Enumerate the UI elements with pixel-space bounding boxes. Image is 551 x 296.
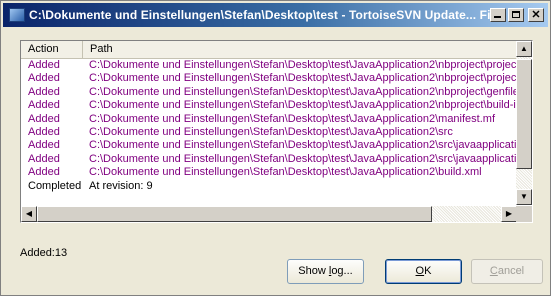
- horizontal-scroll-thumb[interactable]: [37, 206, 432, 222]
- row-path: C:\Dokumente und Einstellungen\Stefan\De…: [89, 72, 517, 85]
- close-button[interactable]: ✕: [528, 8, 544, 22]
- list-item[interactable]: Completed At revision: 9: [21, 180, 517, 193]
- row-action: Added: [28, 125, 60, 138]
- row-path: C:\Dokumente und Einstellungen\Stefan\De…: [89, 125, 453, 138]
- vertical-scroll-thumb[interactable]: [516, 59, 532, 169]
- column-header-path[interactable]: Path: [83, 41, 517, 58]
- minimize-icon: [494, 16, 501, 18]
- show-log-label-pre: Show: [298, 265, 329, 277]
- list-item[interactable]: Added C:\Dokumente und Einstellungen\Stef…: [21, 72, 517, 85]
- row-path: At revision: 9: [89, 179, 153, 192]
- window-title: C:\Dokumente und Einstellungen\Stefan\De…: [29, 8, 490, 22]
- cancel-button[interactable]: Cancel: [471, 259, 543, 284]
- summary-label: Added:13: [20, 247, 68, 259]
- list-item[interactable]: Added C:\Dokumente und Einstellungen\Stef…: [21, 166, 517, 179]
- maximize-button[interactable]: [508, 8, 524, 22]
- row-action: Added: [28, 152, 60, 165]
- tortoisesvn-icon: [9, 8, 25, 22]
- row-action: Added: [28, 59, 60, 71]
- scroll-up-button[interactable]: ▲: [516, 41, 532, 57]
- ok-label-key: O: [415, 265, 425, 277]
- row-path: C:\Dokumente und Einstellungen\Stefan\De…: [89, 166, 482, 179]
- update-dialog: C:\Dokumente und Einstellungen\Stefan\De…: [0, 0, 551, 296]
- cancel-label-key: C: [489, 265, 498, 277]
- arrow-right-icon: ▶: [505, 209, 513, 218]
- row-action: Added: [28, 166, 60, 179]
- arrow-up-icon: ▲: [520, 44, 528, 53]
- list-item[interactable]: Added C:\Dokumente und Einstellungen\Stef…: [21, 153, 517, 166]
- row-path: C:\Dokumente und Einstellungen\Stefan\De…: [89, 139, 517, 152]
- ok-label-post: K: [424, 265, 432, 277]
- scroll-right-button[interactable]: ▶: [501, 206, 517, 222]
- title-bar[interactable]: C:\Dokumente und Einstellungen\Stefan\De…: [3, 3, 548, 27]
- row-action: Added: [28, 112, 60, 125]
- show-log-label-post: og...: [331, 265, 353, 277]
- update-list[interactable]: Action Path Added C:\Dokumente und Einste…: [20, 40, 533, 223]
- vertical-scrollbar[interactable]: ▲ ▼: [516, 41, 532, 205]
- row-action: Added: [28, 85, 60, 98]
- horizontal-scrollbar[interactable]: ◀ ▶: [21, 206, 517, 222]
- list-item[interactable]: Added C:\Dokumente und Einstellungen\Stef…: [21, 99, 517, 112]
- maximize-icon: [512, 11, 520, 18]
- row-action: Added: [28, 72, 60, 85]
- arrow-left-icon: ◀: [25, 209, 33, 218]
- list-item[interactable]: Added C:\Dokumente und Einstellungen\Stef…: [21, 113, 517, 126]
- list-rows: Added C:\Dokumente und Einstellungen\Stef…: [21, 59, 517, 193]
- row-path: C:\Dokumente und Einstellungen\Stefan\De…: [89, 112, 496, 125]
- row-action: Completed: [28, 179, 82, 192]
- caption-buttons: ✕: [490, 8, 544, 22]
- scroll-corner: [516, 206, 532, 222]
- row-action: Added: [28, 139, 60, 152]
- list-item[interactable]: Added C:\Dokumente und Einstellungen\Stef…: [21, 86, 517, 99]
- row-action: Added: [28, 99, 60, 112]
- list-item[interactable]: Added C:\Dokumente und Einstellungen\Stef…: [21, 139, 517, 152]
- list-item[interactable]: Added C:\Dokumente und Einstellungen\Stef…: [21, 59, 517, 72]
- list-header: Action Path: [21, 41, 517, 59]
- cancel-label-post: ancel: [497, 265, 525, 277]
- close-icon: ✕: [531, 9, 541, 21]
- ok-button[interactable]: OK: [385, 259, 462, 284]
- row-path: C:\Dokumente und Einstellungen\Stefan\De…: [89, 85, 517, 98]
- row-path: C:\Dokumente und Einstellungen\Stefan\De…: [89, 152, 517, 165]
- row-path: C:\Dokumente und Einstellungen\Stefan\De…: [89, 99, 517, 112]
- arrow-down-icon: ▼: [520, 192, 528, 201]
- row-path: C:\Dokumente und Einstellungen\Stefan\De…: [89, 59, 517, 71]
- list-item[interactable]: Added C:\Dokumente und Einstellungen\Stef…: [21, 126, 517, 139]
- scroll-left-button[interactable]: ◀: [21, 206, 37, 222]
- scroll-down-button[interactable]: ▼: [516, 189, 532, 205]
- column-header-action[interactable]: Action: [21, 41, 83, 58]
- show-log-button[interactable]: Show log...: [287, 259, 364, 284]
- minimize-button[interactable]: [490, 8, 506, 22]
